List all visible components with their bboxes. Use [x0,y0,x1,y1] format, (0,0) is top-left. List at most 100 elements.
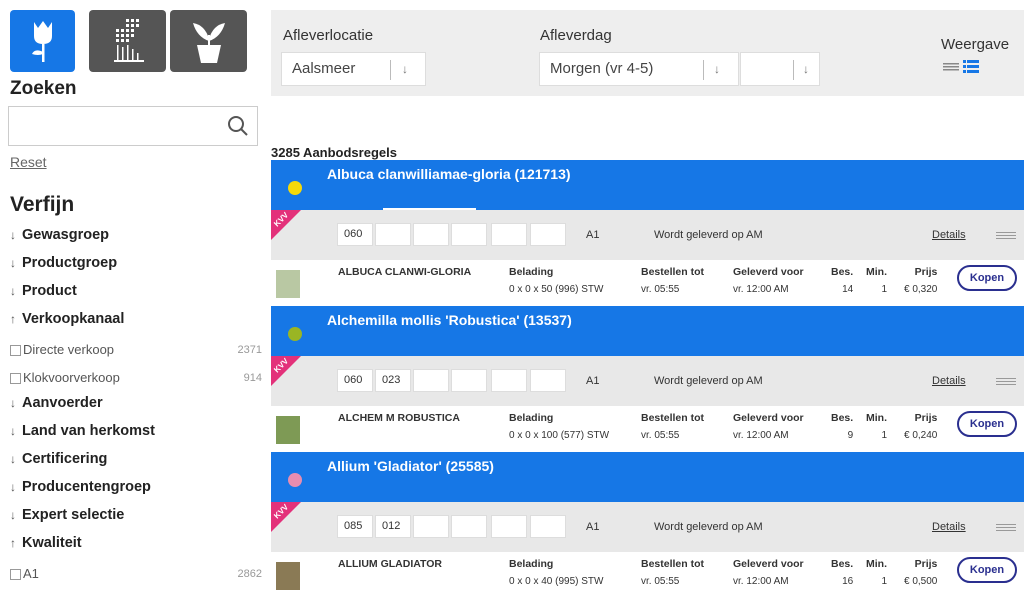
filter-option-a1[interactable]: A1 2862 [10,560,262,588]
code-box [413,223,449,246]
search-title: Zoeken [10,78,77,99]
product-name: ALBUCA CLANWI-GLORIA [338,266,472,278]
code-box: 060 [337,223,373,246]
checkbox[interactable] [10,568,21,580]
product-header[interactable]: Allium 'Gladiator' (25585) [271,452,1024,502]
filter-kwaliteit[interactable]: ↑ Kwaliteit [10,532,262,560]
filter-product[interactable]: ↓ Product [10,280,262,308]
product-name: ALCHEM M ROBUSTICA [338,412,460,424]
sidebar: Zoeken Reset Verfijn ↓ Gewasgroep ↓ Produc… [0,0,270,597]
filter-producentengroep[interactable]: ↓ Producentengroep [10,476,262,504]
bes-col: Bes. 14 [831,266,854,295]
code-box [530,515,566,538]
greenhouse-icon [113,19,144,62]
chevron-down-icon: ↓ [714,62,720,76]
flower-icon [31,21,52,62]
bes-col: Bes. 9 [831,412,854,441]
details-link[interactable]: Details [932,229,966,241]
offer-list: Albuca clanwilliamae-gloria (121713) KVV… [271,160,1024,598]
code-box [451,369,487,392]
product-thumbnail[interactable] [276,416,300,444]
filter-productgroep[interactable]: ↓ Productgroep [10,252,262,280]
filter-option-directe-verkoop[interactable]: Directe verkoop 2371 [10,336,262,364]
bestellen-col: Bestellen tot vr. 05:55 [641,558,705,587]
offer-detail-row: ALCHEM M ROBUSTICA Belading 0 x 0 x 100 (… [271,406,1024,452]
geleverd-col: Geleverd voor vr. 12:00 AM [733,558,804,587]
offer-detail-row: ALLIUM GLADIATOR Belading 0 x 0 x 40 (995… [271,552,1024,598]
checkbox[interactable] [10,372,21,384]
filter-expert-selectie[interactable]: ↓ Expert selectie [10,504,262,532]
menu-lines-icon[interactable] [996,377,1016,385]
chevron-down-icon: ↓ [10,480,16,494]
product-header[interactable]: Albuca clanwilliamae-gloria (121713) [271,160,1024,210]
results-count: 3285 Aanbodsregels [271,145,397,160]
offer-detail-row: ALBUCA CLANWI-GLORIA Belading 0 x 0 x 50 … [271,260,1024,306]
geleverd-col: Geleverd voor vr. 12:00 AM [733,266,804,295]
chevron-down-icon: ↓ [10,284,16,298]
color-dot [288,473,302,487]
product-title[interactable]: Alchemilla mollis 'Robustica' (13537) [327,312,572,328]
list-view-icon[interactable] [963,60,979,74]
product-thumbnail[interactable] [276,562,300,590]
product-header[interactable]: Alchemilla mollis 'Robustica' (13537) [271,306,1024,356]
product-title[interactable]: Albuca clanwilliamae-gloria (121713) [327,166,571,182]
menu-lines-icon[interactable] [996,523,1016,531]
chevron-down-icon: ↓ [10,452,16,466]
search-field[interactable] [8,106,258,146]
chevron-down-icon: ↓ [803,62,809,76]
geleverd-col: Geleverd voor vr. 12:00 AM [733,412,804,441]
chevron-down-icon: ↓ [10,508,16,522]
color-dot [288,181,302,195]
reset-link[interactable]: Reset [10,154,47,170]
prijs-col: Prijs € 0,240 [904,412,938,441]
filter-list: ↓ Gewasgroep ↓ Productgroep ↓ Product ↑ Verk… [10,224,262,588]
prijs-col: Prijs € 0,500 [904,558,938,587]
code-box: 085 [337,515,373,538]
filter-verkoopkanaal[interactable]: ↑ Verkoopkanaal [10,308,262,336]
location-select[interactable]: Aalsmeer ↓ [281,52,426,86]
filter-land-van-herkomst[interactable]: ↓ Land van herkomst [10,420,262,448]
category-pot-plants-button[interactable] [170,10,247,72]
delivery-info: Wordt geleverd op AM [654,521,763,533]
product-thumbnail[interactable] [276,270,300,298]
chevron-down-icon: ↓ [10,396,16,410]
category-flowers-button[interactable] [10,10,75,72]
day-select[interactable]: Morgen (vr 4-5) ↓ [539,52,739,86]
buy-button[interactable]: Kopen [957,557,1017,583]
filter-gewasgroep[interactable]: ↓ Gewasgroep [10,224,262,252]
offer-code-row: KVV 060 A1 Wordt geleverd op AM Details [271,210,1024,260]
chevron-up-icon: ↑ [10,312,16,326]
bestellen-col: Bestellen tot vr. 05:55 [641,412,705,441]
filter-aanvoerder[interactable]: ↓ Aanvoerder [10,392,262,420]
category-plants-button[interactable] [89,10,166,72]
color-dot [288,327,302,341]
min-col: Min. 1 [866,558,887,587]
code-box [413,515,449,538]
view-toggle [943,60,979,74]
code-box [491,223,527,246]
product-name: ALLIUM GLADIATOR [338,558,443,570]
potted-plant-icon [192,23,225,63]
compact-list-icon[interactable] [943,60,959,72]
delivery-toolbar: Afleverlocatie Aalsmeer ↓ Afleverdag Mor… [271,10,1024,96]
buy-button[interactable]: Kopen [957,265,1017,291]
filter-certificering[interactable]: ↓ Certificering [10,448,262,476]
offer-code-row: KVV 085 012 A1 Wordt geleverd op AM Deta… [271,502,1024,552]
details-link[interactable]: Details [932,521,966,533]
delivery-info: Wordt geleverd op AM [654,229,763,241]
buy-button[interactable]: Kopen [957,411,1017,437]
code-box [491,515,527,538]
checkbox[interactable] [10,344,21,356]
prijs-col: Prijs € 0,320 [904,266,938,295]
search-input[interactable] [15,107,219,145]
product-title[interactable]: Allium 'Gladiator' (25585) [327,458,494,474]
day-extra-select[interactable]: ↓ [740,52,820,86]
details-link[interactable]: Details [932,375,966,387]
filter-option-klokvoorverkoop[interactable]: Klokvoorverkoop 914 [10,364,262,392]
menu-lines-icon[interactable] [996,231,1016,239]
search-icon[interactable] [227,115,249,137]
code-box [451,223,487,246]
quality-grade: A1 [586,229,600,241]
belading-col: Belading 0 x 0 x 100 (577) STW [509,412,610,441]
min-col: Min. 1 [866,266,887,295]
